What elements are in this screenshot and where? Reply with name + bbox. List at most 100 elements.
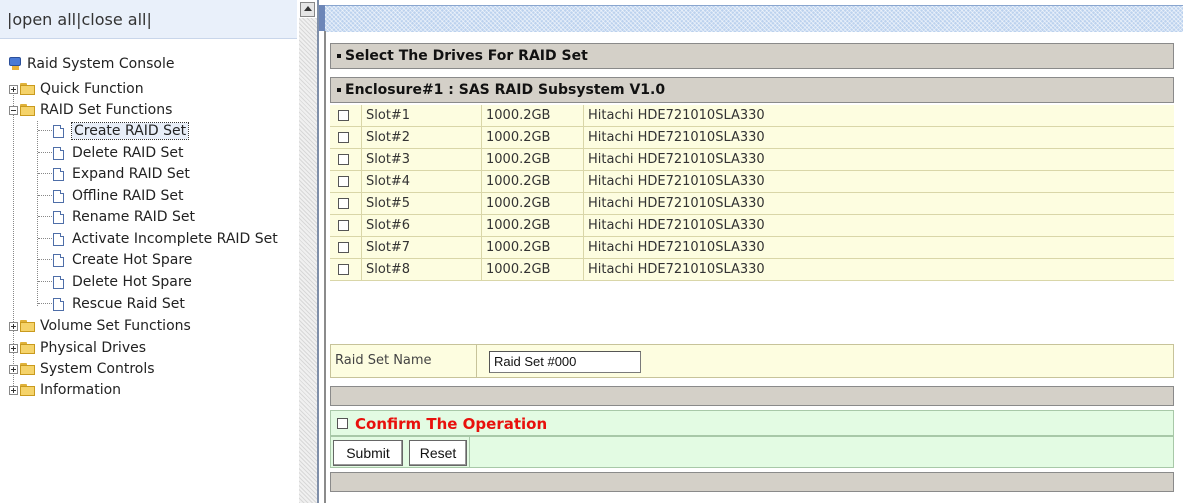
tree-item-delete-hot-spare[interactable]: Delete Hot Spare xyxy=(53,273,192,291)
tree-item-rename-raid-set[interactable]: Rename RAID Set xyxy=(53,208,195,226)
confirm-checkbox[interactable] xyxy=(337,418,348,429)
drive-size: 1000.2GB xyxy=(482,259,584,280)
drive-row: Slot#7 1000.2GB Hitachi HDE721010SLA330 xyxy=(330,237,1174,259)
drive-select-cell xyxy=(330,127,362,148)
drive-size: 1000.2GB xyxy=(482,105,584,126)
raid-set-name-input[interactable]: Raid Set #000 xyxy=(489,351,641,373)
tree-connector xyxy=(38,259,52,260)
expand-plus-icon[interactable] xyxy=(9,343,18,353)
tree-item-label: Delete RAID Set xyxy=(72,145,184,161)
tree-item-physical-drives[interactable]: Physical Drives xyxy=(9,339,146,357)
raid-set-name-row: Raid Set Name Raid Set #000 xyxy=(330,344,1174,378)
drive-checkbox[interactable] xyxy=(338,176,349,187)
tree-connector xyxy=(38,195,52,196)
drive-slot: Slot#4 xyxy=(362,171,482,192)
tree-item-label: Delete Hot Spare xyxy=(72,274,192,290)
tree-item-quick-function[interactable]: Quick Function xyxy=(9,80,144,98)
collapse-minus-icon[interactable] xyxy=(9,105,18,115)
drive-slot: Slot#5 xyxy=(362,193,482,214)
separator: | xyxy=(146,10,152,29)
tree-item-label: Volume Set Functions xyxy=(40,318,191,334)
drive-model: Hitachi HDE721010SLA330 xyxy=(588,240,765,255)
folder-icon xyxy=(20,342,36,354)
drive-checkbox[interactable] xyxy=(338,264,349,275)
tree-item-system-controls[interactable]: System Controls xyxy=(9,360,155,378)
drive-select-cell xyxy=(330,171,362,192)
tree-item-volume-set-functions[interactable]: Volume Set Functions xyxy=(9,317,191,335)
select-drives-header: Select The Drives For RAID Set xyxy=(330,43,1174,69)
drive-row: Slot#1 1000.2GB Hitachi HDE721010SLA330 xyxy=(330,105,1174,127)
drive-model: Hitachi HDE721010SLA330 xyxy=(588,108,765,123)
vertical-scrollbar[interactable] xyxy=(299,18,317,503)
console-icon xyxy=(9,57,22,71)
action-row: Submit Reset xyxy=(330,436,1174,468)
tree-item-create-hot-spare[interactable]: Create Hot Spare xyxy=(53,251,192,269)
tree-item-label: Physical Drives xyxy=(40,340,147,356)
expand-plus-icon[interactable] xyxy=(9,84,18,94)
tree-item-label: RAID Set Functions xyxy=(40,102,173,118)
drive-checkbox[interactable] xyxy=(338,242,349,253)
tree-toolbar: |open all|close all| xyxy=(0,0,297,39)
drive-model: Hitachi HDE721010SLA330 xyxy=(588,152,765,167)
drive-size: 1000.2GB xyxy=(482,193,584,214)
reset-button[interactable]: Reset xyxy=(409,440,467,466)
drive-checkbox[interactable] xyxy=(338,220,349,231)
expand-plus-icon[interactable] xyxy=(9,385,18,395)
open-all-link[interactable]: open all xyxy=(12,10,76,29)
tree-item-label: System Controls xyxy=(40,361,155,377)
tree-item-label: Rescue Raid Set xyxy=(72,296,185,312)
tree-item-rescue-raid-set[interactable]: Rescue Raid Set xyxy=(53,295,185,313)
document-icon xyxy=(53,189,64,203)
tree-item-label: Expand RAID Set xyxy=(72,166,190,182)
close-all-link[interactable]: close all xyxy=(82,10,147,29)
drive-row: Slot#5 1000.2GB Hitachi HDE721010SLA330 xyxy=(330,193,1174,215)
document-icon xyxy=(53,167,64,181)
drive-row: Slot#2 1000.2GB Hitachi HDE721010SLA330 xyxy=(330,127,1174,149)
tree-item-create-raid-set[interactable]: Create RAID Set xyxy=(53,122,190,140)
drive-select-cell xyxy=(330,193,362,214)
tree-connector xyxy=(38,238,52,239)
tree-connector xyxy=(38,216,52,217)
drive-checkbox[interactable] xyxy=(338,132,349,143)
expand-plus-icon[interactable] xyxy=(9,321,18,331)
submit-button[interactable]: Submit xyxy=(333,440,403,466)
drive-row: Slot#3 1000.2GB Hitachi HDE721010SLA330 xyxy=(330,149,1174,171)
drive-checkbox[interactable] xyxy=(338,154,349,165)
folder-icon xyxy=(20,320,36,332)
folder-icon xyxy=(20,384,36,396)
scroll-up-arrow-icon[interactable] xyxy=(300,2,315,17)
drive-slot: Slot#7 xyxy=(362,237,482,258)
confirm-row: Confirm The Operation xyxy=(330,410,1174,436)
drive-model: Hitachi HDE721010SLA330 xyxy=(588,130,765,145)
folder-icon xyxy=(20,363,36,375)
tree-item-information[interactable]: Information xyxy=(9,381,121,399)
tree-connector xyxy=(38,281,52,282)
tree-item-label: Information xyxy=(40,382,122,398)
frame-banner xyxy=(325,5,1183,32)
expand-plus-icon[interactable] xyxy=(9,364,18,374)
document-icon xyxy=(53,232,64,246)
drive-slot: Slot#1 xyxy=(362,105,482,126)
tree-item-expand-raid-set[interactable]: Expand RAID Set xyxy=(53,165,190,183)
drive-slot: Slot#6 xyxy=(362,215,482,236)
document-icon xyxy=(53,210,64,224)
drive-select-cell xyxy=(330,237,362,258)
tree-links: |open all|close all| xyxy=(7,10,152,29)
frame-border xyxy=(324,31,326,503)
tree-item-raid-set-functions[interactable]: RAID Set Functions xyxy=(9,101,172,119)
drive-checkbox[interactable] xyxy=(338,110,349,121)
drive-size: 1000.2GB xyxy=(482,149,584,170)
tree-item-offline-raid-set[interactable]: Offline RAID Set xyxy=(53,187,183,205)
tree-connector xyxy=(38,173,52,174)
drive-checkbox[interactable] xyxy=(338,198,349,209)
tree-item-delete-raid-set[interactable]: Delete RAID Set xyxy=(53,144,184,162)
document-icon xyxy=(53,146,64,160)
tree-connector xyxy=(38,130,52,131)
drive-size: 1000.2GB xyxy=(482,171,584,192)
tree-item-label: Create RAID Set xyxy=(70,122,190,140)
folder-open-icon xyxy=(20,104,36,116)
confirm-label: Confirm The Operation xyxy=(355,415,548,433)
select-drives-title: Select The Drives For RAID Set xyxy=(345,48,588,64)
tree-item-activate-incomplete-raid-set[interactable]: Activate Incomplete RAID Set xyxy=(53,230,298,248)
tree-root[interactable]: Raid System Console xyxy=(9,55,174,73)
